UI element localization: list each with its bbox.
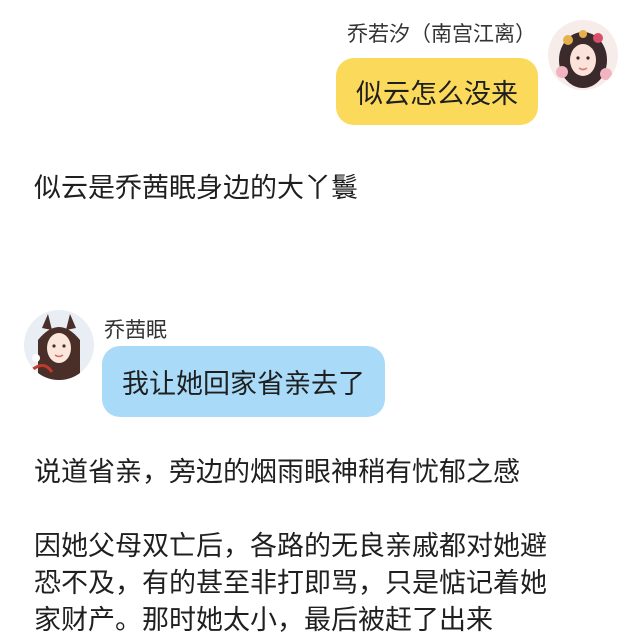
paragraph-line: 恐不及，有的甚至非打即骂，只是惦记着她 (34, 568, 547, 599)
narration-line: 似云是乔茜眠身边的大丫鬟 (34, 173, 358, 204)
paragraph-line: 家财产。那时她太小，最后被赶了出来 (34, 605, 493, 636)
narration-paragraph: 因她父母双亡后，各路的无良亲戚都对她避 恐不及，有的甚至非打即骂，只是惦记着她 … (34, 528, 614, 639)
girl-portrait-avatar-icon (24, 310, 94, 380)
avatar[interactable] (548, 20, 618, 90)
sender-name: 乔茜眠 (104, 318, 167, 342)
girl-portrait-avatar-icon (548, 20, 618, 90)
paragraph-line: 因她父母双亡后，各路的无良亲戚都对她避 (34, 531, 547, 562)
message-bubble-right[interactable]: 似云怎么没来 (336, 58, 538, 125)
message-bubble-left[interactable]: 我让她回家省亲去了 (102, 346, 385, 417)
sender-name: 乔若汐（南宫江离） (347, 22, 536, 46)
narration-line: 说道省亲，旁边的烟雨眼神稍有忧郁之感 (34, 457, 520, 488)
avatar[interactable] (24, 310, 94, 380)
